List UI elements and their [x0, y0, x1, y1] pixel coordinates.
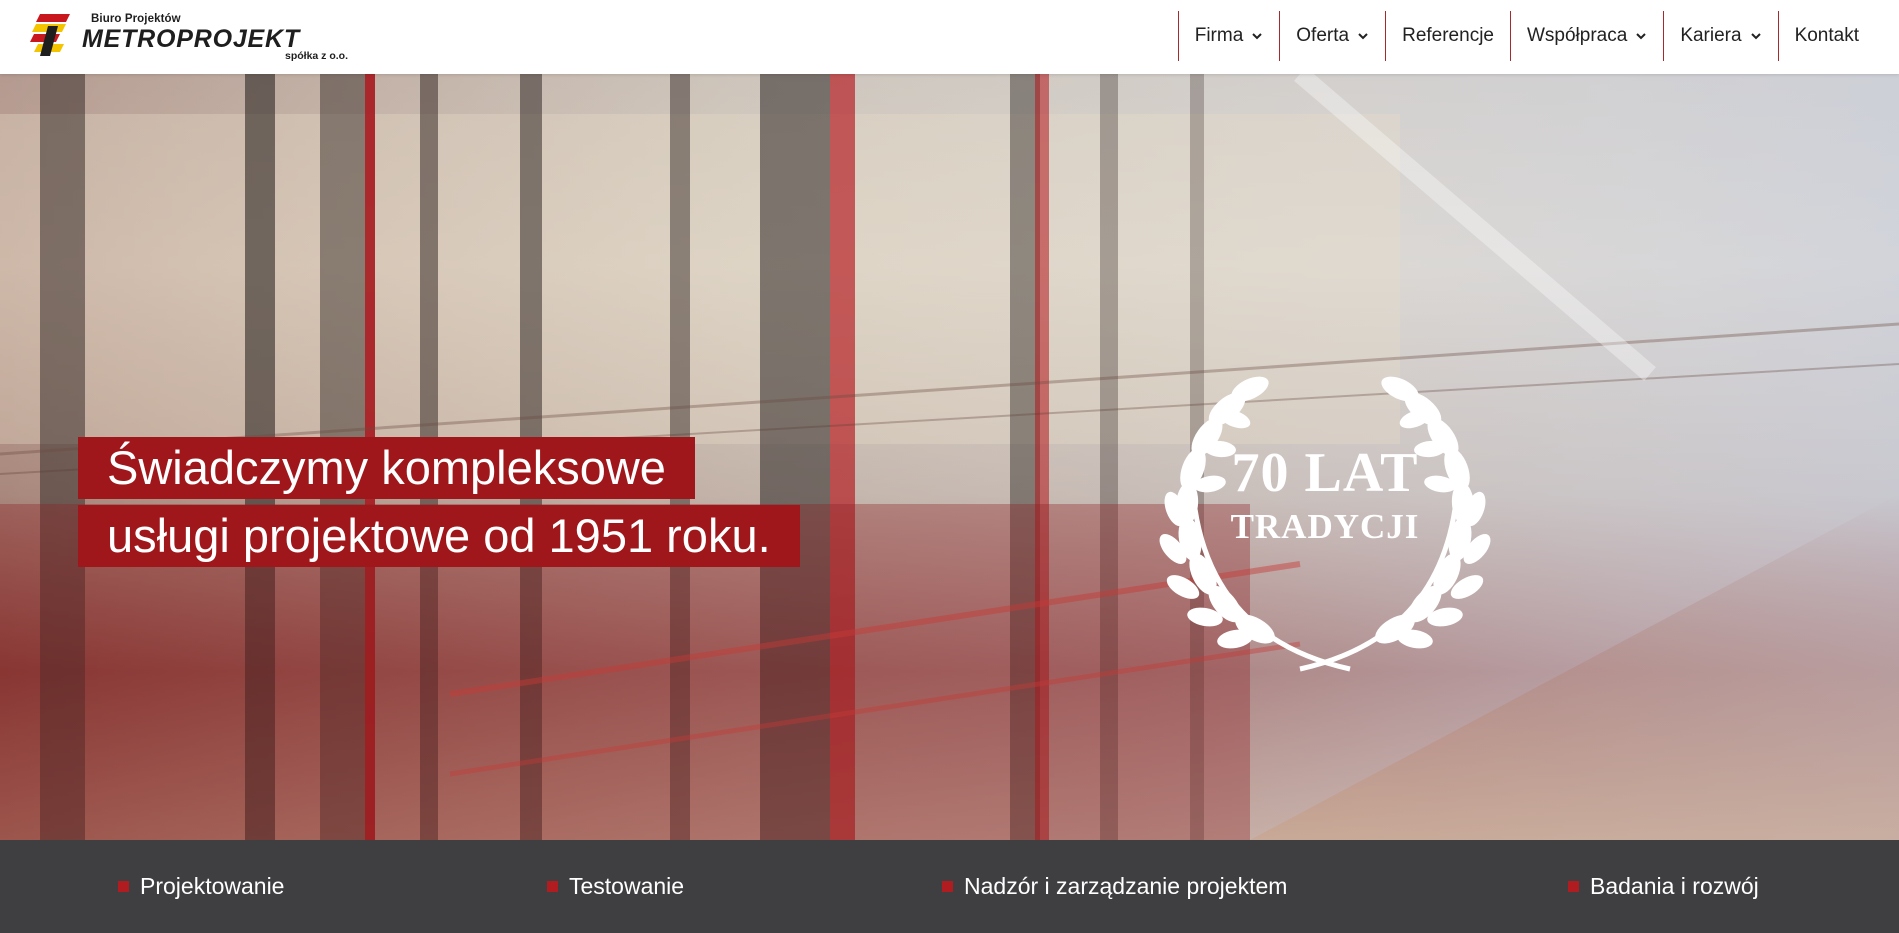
logo-legal-form: spółka z o.o. — [285, 50, 349, 62]
anniversary-badge: 70 LAT TRADYCJI — [1135, 349, 1515, 679]
badge-years: 70 LAT — [1231, 442, 1419, 504]
nav-item-label: Współpraca — [1526, 25, 1628, 46]
metroprojekt-logo-mark-icon — [30, 14, 70, 56]
main-navigation: Firma Oferta Referencje Współpraca Karie… — [1177, 11, 1859, 61]
site-header: Biuro Projektów METROPROJEKT spółka z o.… — [0, 0, 1899, 74]
logo-wordmark: METROPROJEKT — [82, 25, 300, 53]
tagline-line-2: usługi projektowe od 1951 roku. — [78, 505, 800, 567]
chevron-down-icon — [1636, 33, 1647, 40]
square-bullet-icon — [1568, 881, 1579, 892]
nav-item-wspolpraca[interactable]: Współpraca — [1509, 11, 1663, 61]
nav-item-label: Kariera — [1680, 25, 1742, 46]
nav-item-label: Referencje — [1402, 25, 1494, 46]
company-logo[interactable]: Biuro Projektów METROPROJEKT spółka z o.… — [30, 10, 370, 64]
nav-item-firma[interactable]: Firma — [1177, 11, 1280, 61]
service-link-nadzor[interactable]: Nadzór i zarządzanie projektem — [942, 840, 1287, 933]
services-bar: Projektowanie Testowanie Nadzór i zarząd… — [0, 840, 1899, 933]
service-link-testowanie[interactable]: Testowanie — [547, 840, 684, 933]
logo-subtitle: Biuro Projektów — [91, 13, 181, 25]
hero-banner: Świadczymy kompleksowe usługi projektowe… — [0, 74, 1899, 840]
service-link-projektowanie[interactable]: Projektowanie — [118, 840, 284, 933]
service-link-badania[interactable]: Badania i rozwój — [1568, 840, 1759, 933]
badge-tradition: TRADYCJI — [1230, 507, 1420, 546]
hero-tagline: Świadczymy kompleksowe usługi projektowe… — [78, 437, 800, 573]
chevron-down-icon — [1358, 33, 1368, 40]
service-label: Badania i rozwój — [1590, 873, 1759, 899]
nav-item-kariera[interactable]: Kariera — [1663, 11, 1777, 61]
nav-item-label: Firma — [1194, 25, 1244, 46]
square-bullet-icon — [118, 881, 129, 892]
nav-item-oferta[interactable]: Oferta — [1279, 11, 1385, 61]
nav-item-label: Kontakt — [1794, 25, 1859, 46]
service-label: Nadzór i zarządzanie projektem — [964, 873, 1288, 899]
service-label: Testowanie — [569, 873, 685, 899]
nav-item-kontakt[interactable]: Kontakt — [1777, 11, 1859, 61]
square-bullet-icon — [942, 881, 953, 892]
square-bullet-icon — [547, 881, 558, 892]
nav-item-label: Oferta — [1296, 25, 1350, 46]
service-label: Projektowanie — [140, 873, 285, 899]
nav-item-referencje[interactable]: Referencje — [1385, 11, 1510, 61]
tagline-line-1: Świadczymy kompleksowe — [78, 437, 695, 499]
chevron-down-icon — [1252, 33, 1262, 40]
chevron-down-icon — [1750, 33, 1761, 40]
